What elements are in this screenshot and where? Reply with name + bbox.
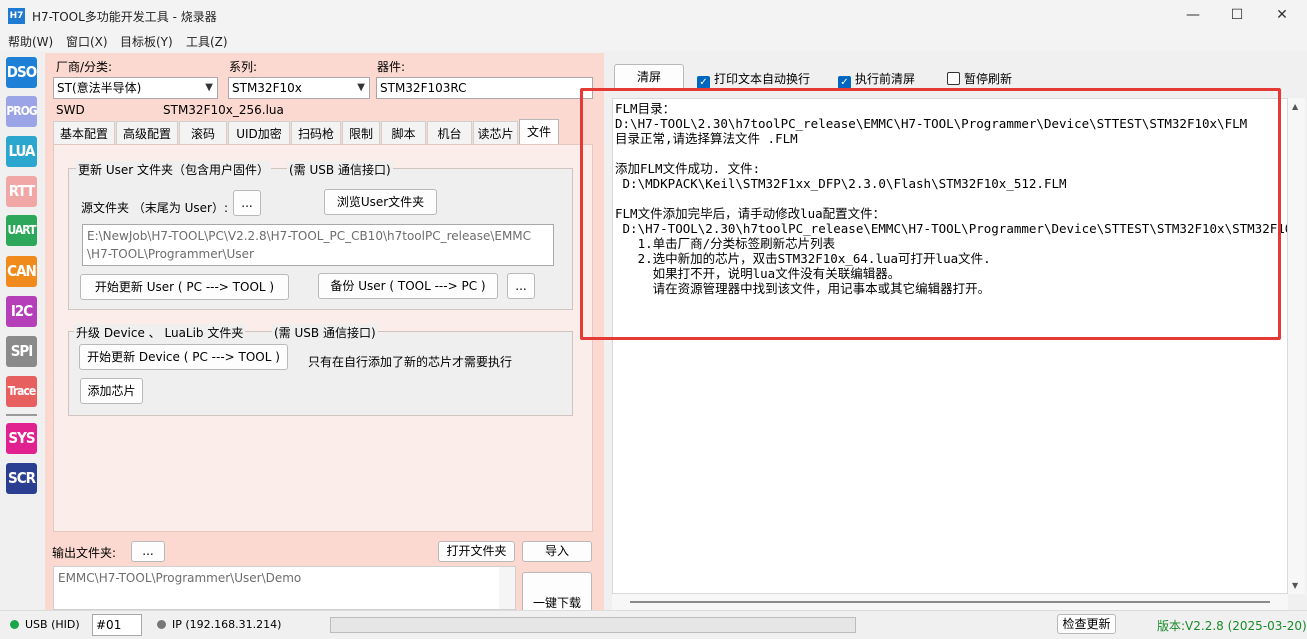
part-field[interactable]: STM32F103RC <box>376 77 593 99</box>
clear-screen-button[interactable]: 清屏 <box>614 64 684 91</box>
disconnected-dot-icon <box>157 620 166 629</box>
tab-uid-encrypt[interactable]: UID加密 <box>228 121 290 145</box>
usb-status: USB (HID) <box>10 618 80 631</box>
output-scrollbar[interactable] <box>499 567 515 609</box>
start-update-user-button[interactable]: 开始更新 User ( PC ---> TOOL ) <box>80 274 289 300</box>
browse-user-folder-button[interactable]: 浏览User文件夹 <box>324 189 437 215</box>
pause-refresh-label: 暂停刷新 <box>964 72 1013 86</box>
clear-before-run-checkbox[interactable]: ✓ 执行前清屏 <box>838 70 915 89</box>
tool-button-dso[interactable]: DSO <box>6 57 37 88</box>
start-update-device-button[interactable]: 开始更新 Device ( PC ---> TOOL ) <box>79 344 288 370</box>
vendor-value: ST(意法半导体) <box>57 81 142 95</box>
output-path-text: EMMC\H7-TOOL\Programmer\User\Demo <box>58 571 302 585</box>
tool-button-spi[interactable]: SPI <box>6 336 37 367</box>
backup-dots-button[interactable]: ... <box>507 273 535 299</box>
tab-script[interactable]: 脚本 <box>381 121 426 145</box>
series-label: 系列: <box>229 60 258 74</box>
backup-user-button[interactable]: 备份 User ( TOOL ---> PC ) <box>318 273 498 299</box>
tab-limit[interactable]: 限制 <box>342 121 380 145</box>
tab-rolling-code[interactable]: 滚码 <box>179 121 227 145</box>
log-horizontal-scrollbar[interactable] <box>612 594 1288 610</box>
title-bar: H7 H7-TOOL多功能开发工具 - 烧录器 — ☐ ✕ <box>0 0 1307 32</box>
update-user-title: 更新 User 文件夹（包含用户固件） <box>76 161 271 178</box>
minimize-button[interactable]: — <box>1170 0 1216 30</box>
tool-button-uart[interactable]: UART <box>6 215 37 246</box>
tool-button-prog[interactable]: PROG <box>6 96 38 127</box>
import-button[interactable]: 导入 <box>522 541 592 562</box>
update-user-note: (需 USB 通信接口) <box>287 161 393 178</box>
series-select[interactable]: STM32F10x ▼ <box>228 77 370 99</box>
tool-button-i2c[interactable]: I2C <box>6 296 37 327</box>
menu-tools[interactable]: 工具(Z) <box>186 33 228 50</box>
menu-target[interactable]: 目标板(Y) <box>120 33 173 50</box>
clear-before-run-label: 执行前清屏 <box>855 72 916 86</box>
tab-read-chip[interactable]: 读芯片 <box>473 121 518 145</box>
maximize-button[interactable]: ☐ <box>1214 0 1260 30</box>
window-title: H7-TOOL多功能开发工具 - 烧录器 <box>32 10 217 24</box>
output-dots-button[interactable]: ... <box>131 541 165 562</box>
toolbar-divider <box>6 414 37 416</box>
update-device-note: (需 USB 通信接口) <box>272 324 378 341</box>
wrap-text-label: 打印文本自动换行 <box>714 72 811 86</box>
interface-label: SWD <box>56 103 85 117</box>
tab-advanced[interactable]: 高级配置 <box>116 121 178 145</box>
scroll-thumb[interactable] <box>630 601 1270 603</box>
tool-button-can[interactable]: CAN <box>6 256 37 287</box>
tool-button-rtt[interactable]: RTT <box>6 176 37 207</box>
tool-button-sys[interactable]: SYS <box>6 423 37 454</box>
part-label: 器件: <box>377 60 406 74</box>
menu-bar: 帮助(W) 窗口(X) 目标板(Y) 工具(Z) <box>0 31 1307 51</box>
output-folder-label: 输出文件夹: <box>52 546 117 560</box>
add-chip-button[interactable]: 添加芯片 <box>80 378 143 404</box>
open-folder-button[interactable]: 打开文件夹 <box>438 541 515 562</box>
tool-button-scr[interactable]: SCR <box>6 463 37 494</box>
tab-scanner[interactable]: 扫码枪 <box>291 121 341 145</box>
highlight-box <box>580 88 1281 340</box>
output-path-field[interactable]: EMMC\H7-TOOL\Programmer\User\Demo <box>53 566 516 610</box>
source-path-line2: \H7-TOOL\Programmer\User <box>87 247 254 261</box>
tab-machine[interactable]: 机台 <box>427 121 472 145</box>
tool-button-trace[interactable]: Trace <box>6 376 37 407</box>
update-device-title: 升级 Device 、 LuaLib 文件夹 <box>74 324 246 341</box>
chevron-down-icon: ▼ <box>205 82 213 93</box>
log-vertical-scrollbar[interactable]: ▲ ▼ <box>1288 98 1305 594</box>
one-click-download-button[interactable]: 一键下载 <box>522 572 592 610</box>
vendor-label: 厂商/分类: <box>56 60 113 74</box>
ip-status-text: IP (192.168.31.214) <box>172 618 282 631</box>
tab-file[interactable]: 文件 <box>519 119 559 146</box>
ip-status: IP (192.168.31.214) <box>157 618 281 631</box>
close-button[interactable]: ✕ <box>1259 0 1305 30</box>
scroll-down-icon[interactable]: ▼ <box>1292 581 1298 590</box>
connected-dot-icon <box>10 620 19 629</box>
status-bar: USB (HID) #01 IP (192.168.31.214) 检查更新 版… <box>0 610 1307 639</box>
source-path-field[interactable]: E:\NewJob\H7-TOOL\PC\V2.2.8\H7-TOOL_PC_C… <box>82 224 554 266</box>
tool-button-lua[interactable]: LUA <box>6 136 37 167</box>
script-label: STM32F10x_256.lua <box>163 103 284 117</box>
progress-bar <box>330 617 856 633</box>
series-value: STM32F10x <box>232 81 302 95</box>
tab-basic[interactable]: 基本配置 <box>53 121 115 145</box>
port-value: #01 <box>96 618 122 632</box>
wrap-text-checkbox[interactable]: ✓ 打印文本自动换行 <box>697 70 810 89</box>
scroll-up-icon[interactable]: ▲ <box>1292 102 1298 111</box>
source-folder-label: 源文件夹 （末尾为 User）: <box>81 201 229 215</box>
app-icon: H7 <box>8 8 25 24</box>
menu-window[interactable]: 窗口(X) <box>66 33 108 50</box>
version-label: 版本:V2.2.8 (2025-03-20) <box>1157 619 1307 633</box>
device-update-note: 只有在自行添加了新的芯片才需要执行 <box>308 355 513 369</box>
chevron-down-icon: ▼ <box>357 82 365 93</box>
menu-help[interactable]: 帮助(W) <box>8 33 53 50</box>
unchecked-box-icon <box>947 72 960 85</box>
port-select[interactable]: #01 <box>92 614 142 636</box>
check-update-button[interactable]: 检查更新 <box>1057 614 1116 634</box>
source-path-line1: E:\NewJob\H7-TOOL\PC\V2.2.8\H7-TOOL_PC_C… <box>87 229 532 243</box>
source-browse-dots-button[interactable]: ... <box>233 190 261 216</box>
vendor-select[interactable]: ST(意法半导体) ▼ <box>53 77 218 99</box>
pause-refresh-checkbox[interactable]: 暂停刷新 <box>947 70 1012 87</box>
usb-status-text: USB (HID) <box>25 618 80 631</box>
